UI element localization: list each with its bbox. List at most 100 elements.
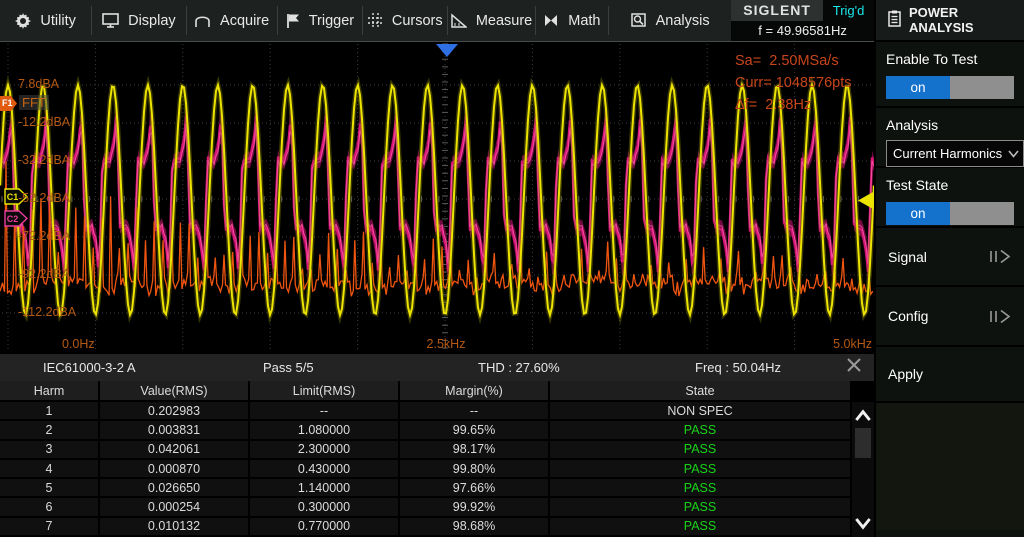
table-row[interactable]: 60.0002540.30000099.92%PASS	[0, 498, 850, 517]
table-cell: 7	[0, 518, 100, 537]
harmonics-results-panel: IEC61000-3-2 A Pass 5/5 THD : 27.60% Fre…	[0, 352, 874, 537]
table-row[interactable]: 10.202983----NON SPEC	[0, 402, 850, 421]
table-cell: 0.003831	[100, 421, 250, 440]
scrollbar-thumb[interactable]	[855, 428, 871, 458]
trigger-status-badge: Trig'd	[823, 0, 874, 21]
db-scale-label: -12.2dBA	[18, 115, 70, 129]
menu-label: Utility	[40, 13, 75, 29]
db-scale-label: -72.2dBA	[18, 229, 70, 243]
table-cell: 0.430000	[250, 460, 400, 479]
analysis-dropdown-value: Current Harmonics	[893, 146, 1002, 161]
test-state-label: Test State	[886, 177, 1014, 193]
top-menu-bar: Utility Display Acquire Trigger Cursors	[0, 0, 874, 42]
table-cell: 2	[0, 421, 100, 440]
svg-text:C1: C1	[7, 192, 19, 202]
menu-label: Measure	[476, 13, 532, 29]
enable-to-test-toggle[interactable]: on	[886, 76, 1014, 99]
oscilloscope-ui: Utility Display Acquire Trigger Cursors	[0, 0, 1024, 537]
enable-to-test-section: Enable To Test on	[876, 42, 1024, 108]
submenu-arrow-icon	[988, 249, 1012, 264]
table-cell: PASS	[550, 460, 850, 479]
toggle-on-state: on	[886, 76, 950, 99]
table-cell: PASS	[550, 498, 850, 517]
results-column-headers: Harm Value(RMS) Limit(RMS) Margin(%) Sta…	[0, 381, 850, 402]
menu-display[interactable]: Display	[92, 0, 185, 41]
db-scale-label: -52.2dBA	[18, 191, 70, 205]
column-header: Harm	[0, 381, 100, 402]
table-row[interactable]: 70.0101320.77000098.68%PASS	[0, 518, 850, 537]
table-row[interactable]: 20.0038311.08000099.65%PASS	[0, 421, 850, 440]
table-cell: 99.92%	[400, 498, 550, 517]
clipboard-icon	[888, 10, 901, 30]
table-cell: 0.026650	[100, 479, 250, 498]
apply-label: Apply	[888, 366, 923, 382]
scroll-down-icon[interactable]	[852, 513, 874, 535]
menu-label: Acquire	[220, 13, 269, 29]
test-state-section: Test State on	[876, 168, 1024, 228]
config-label: Config	[888, 308, 928, 324]
grid-icon	[368, 13, 383, 28]
menu-acquire[interactable]: Acquire	[186, 0, 276, 41]
column-header: Value(RMS)	[100, 381, 250, 402]
table-row[interactable]: 50.0266501.14000097.66%PASS	[0, 479, 850, 498]
table-cell: 0.010132	[100, 518, 250, 537]
freq-readout: Freq : 50.04Hz	[695, 354, 781, 381]
monitor-icon	[102, 13, 119, 28]
db-scale-label: 7.8dBA	[18, 77, 59, 91]
trigger-level-marker[interactable]	[858, 192, 873, 209]
table-cell: 0.000870	[100, 460, 250, 479]
siglent-logo: SIGLENT	[731, 0, 823, 21]
sample-rate-readout: Sa= 2.50MSa/s	[735, 53, 875, 69]
menu-trigger[interactable]: Trigger	[278, 0, 362, 41]
table-cell: 6	[0, 498, 100, 517]
table-cell: 0.770000	[250, 518, 400, 537]
apply-button[interactable]: Apply	[876, 347, 1024, 403]
trigger-position-marker[interactable]	[436, 44, 458, 57]
table-cell: 4	[0, 460, 100, 479]
toggle-off-state	[950, 202, 1014, 225]
table-cell: 5	[0, 479, 100, 498]
flag-icon	[286, 13, 300, 29]
menu-analysis[interactable]: Analysis	[609, 0, 731, 41]
signal-menu-item[interactable]: Signal	[876, 228, 1024, 287]
table-cell: PASS	[550, 479, 850, 498]
gear-icon	[15, 13, 31, 29]
config-menu-item[interactable]: Config	[876, 287, 1024, 347]
scroll-up-icon[interactable]	[852, 404, 874, 426]
arch-icon	[194, 13, 211, 28]
menu-label: Trigger	[309, 13, 354, 29]
table-cell: 0.042061	[100, 441, 250, 460]
menu-cursors[interactable]: Cursors	[363, 0, 447, 41]
delta-f-readout: Δf= 2.38Hz	[735, 97, 875, 113]
pass-summary: Pass 5/5	[263, 354, 314, 381]
column-header: Limit(RMS)	[250, 381, 400, 402]
close-icon[interactable]	[843, 354, 865, 376]
freq-axis-center: 2.5kHz	[415, 337, 477, 351]
db-scale-label: -92.2dBA	[18, 267, 70, 281]
table-row[interactable]: 30.0420612.30000098.17%PASS	[0, 441, 850, 460]
table-cell: NON SPEC	[550, 402, 850, 421]
menu-math[interactable]: Math	[536, 0, 608, 41]
table-cell: 0.000254	[100, 498, 250, 517]
table-cell: 99.80%	[400, 460, 550, 479]
menu-measure[interactable]: Measure	[448, 0, 534, 41]
analysis-dropdown[interactable]: Current Harmonics	[886, 140, 1024, 167]
toggle-off-state	[950, 76, 1014, 99]
table-row[interactable]: 40.0008700.43000099.80%PASS	[0, 460, 850, 479]
results-header-bar: IEC61000-3-2 A Pass 5/5 THD : 27.60% Fre…	[0, 352, 874, 381]
chevron-down-icon	[1008, 150, 1019, 158]
signal-label: Signal	[888, 249, 927, 265]
menu-utility[interactable]: Utility	[0, 0, 91, 41]
analysis-label: Analysis	[886, 117, 1014, 133]
results-table: 10.202983----NON SPEC20.0038311.08000099…	[0, 402, 850, 537]
table-cell: --	[400, 402, 550, 421]
bowtie-icon	[543, 13, 559, 28]
menu-label: Analysis	[656, 13, 710, 29]
table-cell: PASS	[550, 421, 850, 440]
table-cell: 0.300000	[250, 498, 400, 517]
test-state-toggle[interactable]: on	[886, 202, 1014, 225]
table-scrollbar[interactable]	[850, 402, 874, 537]
magnifier-icon	[631, 13, 647, 28]
menu-label: Display	[128, 13, 176, 29]
submenu-arrow-icon	[988, 309, 1012, 324]
